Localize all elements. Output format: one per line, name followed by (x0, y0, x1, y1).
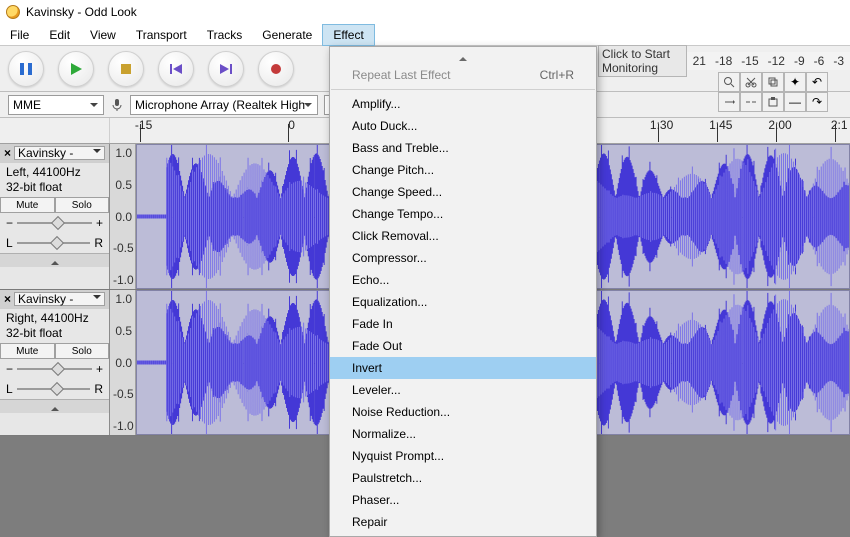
effect-menu: Repeat Last Effect Ctrl+R Amplify... Aut… (329, 46, 597, 537)
tool-copy-icon[interactable] (762, 72, 784, 92)
tool-paste-icon[interactable] (762, 92, 784, 112)
solo-button[interactable]: Solo (55, 343, 110, 359)
menu-item-auto-duck[interactable]: Auto Duck... (330, 115, 596, 137)
menu-separator (331, 89, 595, 90)
menu-item-repair[interactable]: Repair (330, 511, 596, 533)
menu-file[interactable]: File (0, 25, 39, 45)
window-title: Kavinsky - Odd Look (26, 5, 137, 19)
stop-button[interactable] (108, 51, 144, 87)
track-collapse-icon[interactable] (0, 253, 109, 267)
menu-item-noise-reduction[interactable]: Noise Reduction... (330, 401, 596, 423)
track-info: Right, 44100Hz 32-bit float (0, 309, 109, 343)
tool-fit-icon[interactable] (740, 92, 762, 112)
track-header: × Kavinsky - Left, 44100Hz 32-bit float … (0, 144, 110, 289)
menu-item-change-speed[interactable]: Change Speed... (330, 181, 596, 203)
track-close-icon[interactable]: × (4, 146, 11, 160)
menu-item-fade-out[interactable]: Fade Out (330, 335, 596, 357)
menu-item-nyquist-prompt[interactable]: Nyquist Prompt... (330, 445, 596, 467)
edit-tool-grid: ✦ — ↶ ↷ (718, 72, 828, 112)
input-monitor[interactable]: Click to Start Monitoring 21 -18 -15 -12… (598, 52, 850, 70)
microphone-icon (110, 98, 124, 112)
play-icon (68, 61, 84, 77)
play-button[interactable] (58, 51, 94, 87)
mute-button[interactable]: Mute (0, 197, 55, 213)
record-button[interactable] (258, 51, 294, 87)
stop-icon (120, 63, 132, 75)
menu-item-fade-in[interactable]: Fade In (330, 313, 596, 335)
menu-item-invert[interactable]: Invert (330, 357, 596, 379)
track-header: × Kavinsky - Right, 44100Hz 32-bit float… (0, 290, 110, 435)
pan-slider[interactable]: LR (0, 233, 109, 253)
tool-cut-icon[interactable] (740, 72, 762, 92)
skip-start-button[interactable] (158, 51, 194, 87)
menu-tracks[interactable]: Tracks (197, 25, 253, 45)
mute-button[interactable]: Mute (0, 343, 55, 359)
pause-button[interactable] (8, 51, 44, 87)
gain-slider[interactable]: −+ (0, 359, 109, 379)
menu-transport[interactable]: Transport (126, 25, 197, 45)
menu-generate[interactable]: Generate (252, 25, 322, 45)
menu-item-change-tempo[interactable]: Change Tempo... (330, 203, 596, 225)
menu-item-click-removal[interactable]: Click Removal... (330, 225, 596, 247)
menu-item-normalize[interactable]: Normalize... (330, 423, 596, 445)
skip-start-icon (169, 62, 183, 76)
menu-item-compressor[interactable]: Compressor... (330, 247, 596, 269)
menu-item-leveler[interactable]: Leveler... (330, 379, 596, 401)
menu-view[interactable]: View (80, 25, 126, 45)
pan-slider[interactable]: LR (0, 379, 109, 399)
menu-scroll-up-icon[interactable] (330, 50, 596, 64)
tool-redo-icon[interactable]: ↷ (806, 92, 828, 112)
monitor-db-scale: 21 -18 -15 -12 -9 -6 -3 (687, 54, 850, 68)
menu-item-bass-treble[interactable]: Bass and Treble... (330, 137, 596, 159)
menu-effect[interactable]: Effect (322, 24, 374, 46)
tool-zoom-icon[interactable] (718, 72, 740, 92)
skip-end-button[interactable] (208, 51, 244, 87)
menu-edit[interactable]: Edit (39, 25, 80, 45)
monitor-label[interactable]: Click to Start Monitoring (598, 45, 687, 77)
skip-end-icon (219, 62, 233, 76)
menu-item-repeat-last[interactable]: Repeat Last Effect Ctrl+R (330, 64, 596, 86)
tool-trim-icon[interactable]: ✦ (784, 72, 806, 92)
input-device-combo[interactable]: Microphone Array (Realtek High (130, 95, 318, 115)
app-logo-icon (6, 5, 20, 19)
tool-undo-icon[interactable]: ↶ (806, 72, 828, 92)
track-close-icon[interactable]: × (4, 292, 11, 306)
menu-item-paulstretch[interactable]: Paulstretch... (330, 467, 596, 489)
menu-item-phaser[interactable]: Phaser... (330, 489, 596, 511)
title-bar: Kavinsky - Odd Look (0, 0, 850, 24)
amplitude-scale: 1.00.50.0-0.5-1.0 (110, 290, 136, 435)
tool-silence-icon[interactable]: — (784, 92, 806, 112)
menu-item-echo[interactable]: Echo... (330, 269, 596, 291)
menu-bar: File Edit View Transport Tracks Generate… (0, 24, 850, 46)
menu-item-equalization[interactable]: Equalization... (330, 291, 596, 313)
menu-item-change-pitch[interactable]: Change Pitch... (330, 159, 596, 181)
track-collapse-icon[interactable] (0, 399, 109, 413)
solo-button[interactable]: Solo (55, 197, 110, 213)
amplitude-scale: 1.00.50.0-0.5-1.0 (110, 144, 136, 289)
track-menu-dropdown[interactable]: Kavinsky - (14, 292, 105, 306)
record-icon (269, 62, 283, 76)
pause-icon (19, 62, 33, 76)
track-menu-dropdown[interactable]: Kavinsky - (14, 146, 105, 160)
audio-host-combo[interactable]: MME (8, 95, 104, 115)
menu-item-amplify[interactable]: Amplify... (330, 93, 596, 115)
track-info: Left, 44100Hz 32-bit float (0, 163, 109, 197)
gain-slider[interactable]: −+ (0, 213, 109, 233)
tool-selection-icon[interactable] (718, 92, 740, 112)
